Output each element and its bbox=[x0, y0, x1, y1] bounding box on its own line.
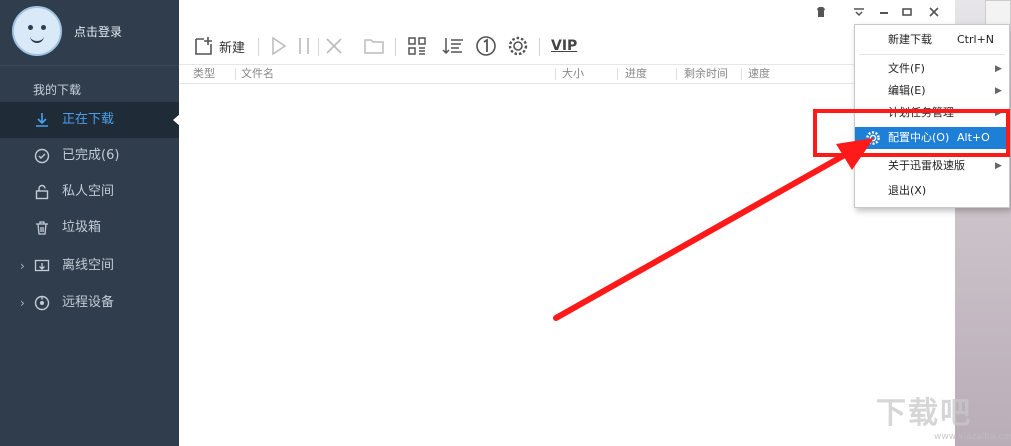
annotation-arrow-icon bbox=[553, 138, 874, 321]
watermark-url: www.xiazaiba.com bbox=[934, 432, 1011, 442]
watermark-text: 下载吧 bbox=[876, 396, 972, 431]
watermark-logo: 下载吧 www.xiazaiba.com bbox=[876, 388, 1011, 446]
